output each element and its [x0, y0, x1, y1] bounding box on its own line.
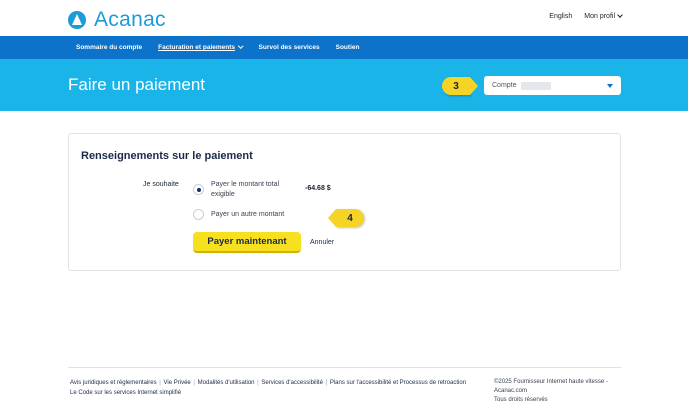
account-select[interactable]: Compte	[484, 76, 621, 95]
wish-label: Je souhaite	[143, 181, 179, 188]
nav-item-label: Facturation et paiements	[158, 44, 236, 51]
top-links: English Mon profil	[549, 12, 623, 20]
account-number-redacted	[520, 81, 551, 90]
callout-step-4: 4	[328, 209, 364, 227]
footer-link-legal[interactable]: Avis juridiques et réglementaires	[70, 380, 157, 386]
language-link[interactable]: English	[549, 13, 572, 20]
profile-menu[interactable]: Mon profil	[584, 12, 623, 20]
payment-card: Renseignements sur le paiement Je souhai…	[68, 133, 621, 271]
option-pay-other-label[interactable]: Payer un autre montant	[211, 210, 284, 220]
copyright-text: ©2025 Fournisseur Internet haute vitesse…	[494, 379, 608, 394]
pay-now-button[interactable]: Payer maintenant	[193, 232, 301, 253]
radio-pay-total[interactable]	[193, 184, 204, 195]
footer-links: Avis juridiques et réglementaires | Vie …	[70, 380, 467, 396]
nav-item-survol[interactable]: Survol des services	[259, 44, 320, 51]
footer-divider	[68, 367, 621, 368]
option-pay-total-label[interactable]: Payer le montant total exigible	[211, 180, 297, 200]
footer-link-accessibility[interactable]: Services d'accessibilité	[261, 380, 323, 386]
amount-due: -64.68 $	[305, 185, 331, 192]
nav-item-facturation[interactable]: Facturation et paiements	[158, 43, 244, 51]
callout-step-3: 3	[442, 77, 478, 95]
footer-copyright: ©2025 Fournisseur Internet haute vitesse…	[494, 378, 624, 405]
radio-pay-other[interactable]	[193, 209, 204, 220]
footer-link-code[interactable]: Le Code sur les services Internet simpli…	[70, 390, 181, 396]
logo[interactable]: Acanac	[68, 8, 166, 32]
brand-name: Acanac	[94, 8, 166, 31]
footer-link-terms[interactable]: Modalités d'utilisation	[198, 380, 255, 386]
payment-section-title: Renseignements sur le paiement	[81, 150, 253, 162]
cancel-link[interactable]: Annuler	[310, 239, 334, 246]
caret-down-icon	[607, 84, 613, 88]
footer-link-privacy[interactable]: Vie Privée	[164, 380, 191, 386]
profile-label: Mon profil	[584, 13, 615, 20]
account-select-label: Compte	[492, 82, 517, 89]
main-nav: Sommaire du compte Facturation et paieme…	[0, 36, 688, 59]
footer-link-accessibility-plans[interactable]: Plans sur l'accessibilité et Processus d…	[330, 380, 466, 386]
acanac-logo-icon	[68, 11, 86, 29]
rights-text: Tous droits réservés	[494, 397, 548, 403]
page-title: Faire un paiement	[68, 75, 206, 94]
chevron-down-icon	[617, 12, 623, 18]
nav-item-soutien[interactable]: Soutien	[336, 44, 360, 51]
nav-item-sommaire[interactable]: Sommaire du compte	[76, 44, 142, 51]
chevron-down-icon	[238, 43, 244, 49]
top-bar: Acanac English Mon profil	[0, 0, 688, 36]
